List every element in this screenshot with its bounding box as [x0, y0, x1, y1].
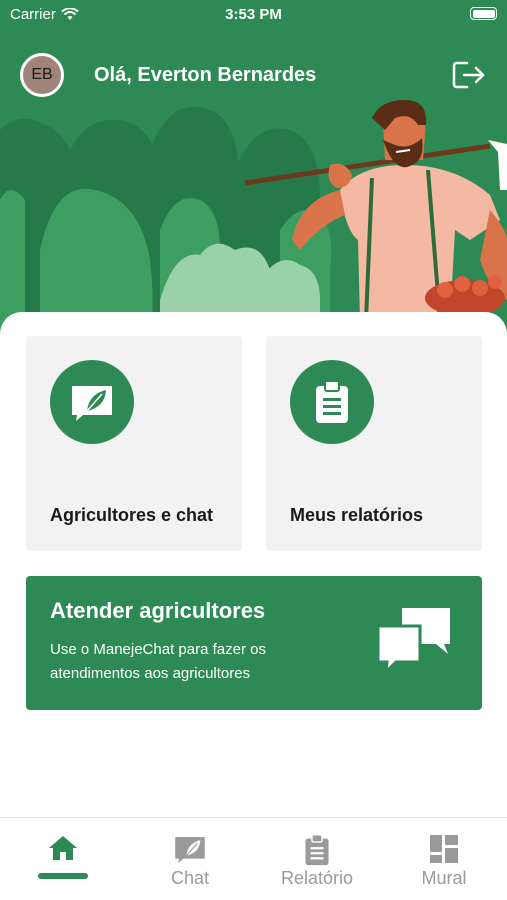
- battery-fill: [472, 9, 495, 18]
- battery-icon: [470, 7, 497, 20]
- avatar[interactable]: EB: [20, 53, 64, 97]
- card-icon-circle: [290, 360, 374, 444]
- tab-chat[interactable]: Chat: [127, 818, 253, 900]
- farmers-chat-card[interactable]: Agricultores e chat: [26, 336, 242, 551]
- header: EB Olá, Everton Bernardes: [0, 50, 507, 100]
- tab-label: Chat: [170, 868, 210, 888]
- banner-title: Atender agricultores: [50, 598, 266, 623]
- grid-icon: [430, 835, 458, 863]
- greeting-text: Olá, Everton Bernardes: [94, 64, 317, 86]
- home-icon: [49, 836, 77, 860]
- clipboard-icon: [316, 380, 348, 423]
- card-icon-circle: [50, 360, 134, 444]
- active-tab-indicator: [38, 873, 88, 879]
- tab-label: Mural: [421, 868, 467, 888]
- leaf-chat-icon: [72, 386, 112, 421]
- clipboard-icon: [305, 834, 329, 866]
- main-content: Agricultores e chat Meus relatórios Aten…: [0, 312, 507, 818]
- card-label: Meus relatórios: [290, 505, 424, 525]
- leaf-chat-icon: [175, 837, 205, 864]
- tab-bar: Chat Relatório Mural: [0, 817, 507, 900]
- tab-home[interactable]: [0, 818, 126, 900]
- my-reports-card[interactable]: Meus relatórios: [266, 336, 482, 551]
- attend-farmers-banner[interactable]: Atender agricultores Use o ManejeChat pa…: [26, 576, 482, 710]
- status-bar: Carrier 3:53 PM: [0, 0, 507, 30]
- banner-description: Use o ManejeChat para fazer os atendimen…: [50, 641, 266, 682]
- tab-report[interactable]: Relatório: [254, 818, 380, 900]
- tab-label: Relatório: [280, 868, 354, 888]
- tab-mural[interactable]: Mural: [381, 818, 507, 900]
- status-time: 3:53 PM: [225, 6, 282, 23]
- chat-bubbles-icon: [376, 608, 450, 672]
- card-label: Agricultores e chat: [50, 505, 214, 525]
- logout-icon[interactable]: [451, 59, 487, 91]
